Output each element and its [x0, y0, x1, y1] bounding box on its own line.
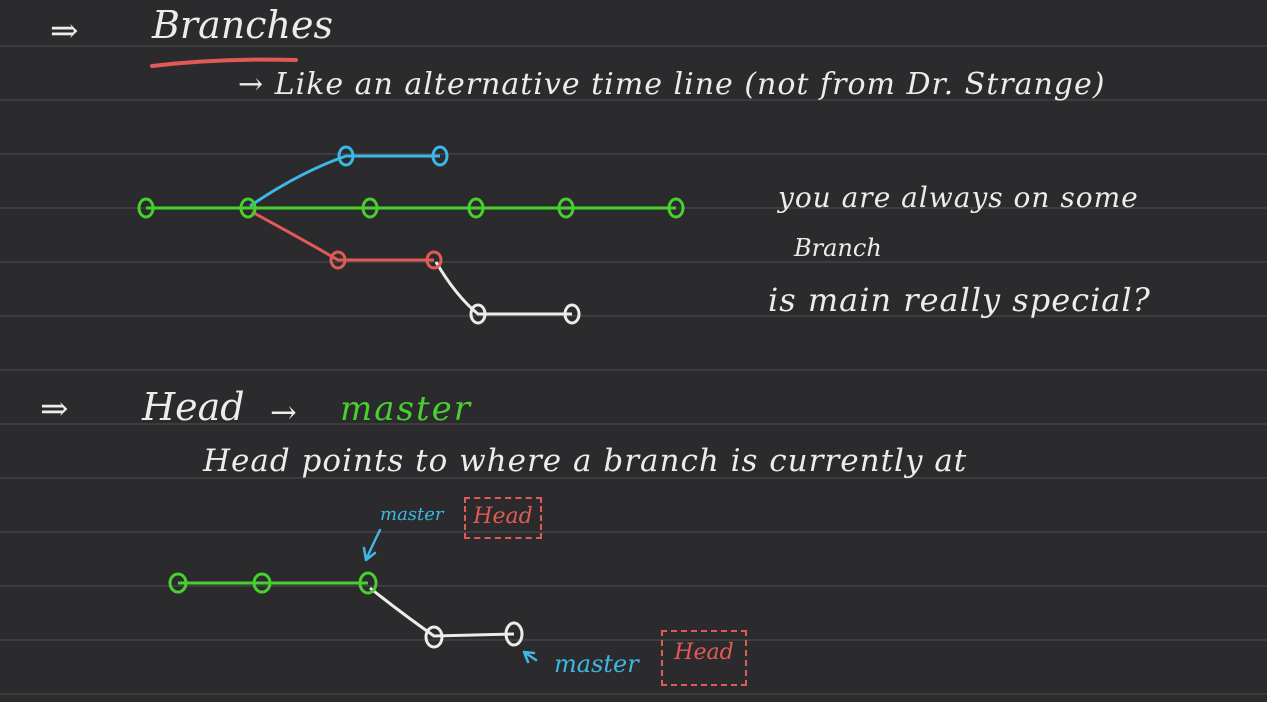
commit-graph-drawings [137, 57, 685, 664]
master-pointer-arrow-bottom [522, 650, 538, 664]
edge-head-white [369, 586, 515, 638]
master-pointer-arrow-top [362, 528, 382, 562]
edge-white-branch [434, 261, 572, 316]
branches-underline [150, 57, 298, 68]
whiteboard: ⇒ Branches → Like an alternative time li… [0, 0, 1267, 702]
